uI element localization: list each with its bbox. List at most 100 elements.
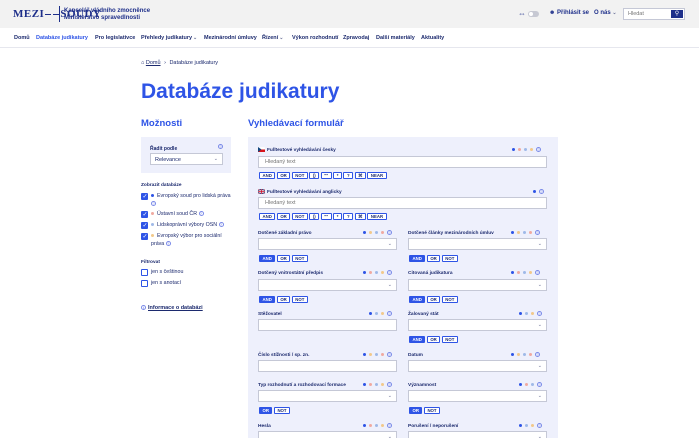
database-info-link[interactable]: i Informace o databázi — [141, 305, 203, 311]
cited-case-law-select[interactable]: ⌄ — [408, 279, 547, 291]
question-circle-icon[interactable]: ? — [537, 311, 542, 316]
op-quotes[interactable]: "" — [320, 213, 332, 220]
search-button[interactable]: ⚲ — [671, 10, 683, 18]
nav-item-enforcement[interactable]: Výkon rozhodnutí — [292, 35, 338, 41]
question-circle-icon[interactable]: ? — [535, 270, 540, 275]
db-checkbox-social-rights[interactable] — [141, 233, 148, 240]
violation-select[interactable]: ⌄ — [408, 431, 547, 438]
question-circle-icon[interactable]: ? — [536, 147, 541, 152]
application-number-input[interactable] — [259, 361, 396, 371]
op-wildcard[interactable]: * — [333, 213, 342, 220]
date-select[interactable]: ⌄ — [408, 360, 547, 372]
op-quotes[interactable]: "" — [320, 172, 332, 179]
op-near[interactable]: NEAR — [367, 172, 387, 179]
db-checkbox-echr[interactable] — [141, 193, 148, 200]
question-circle-icon[interactable]: ? — [387, 311, 392, 316]
keywords-select[interactable]: ⌄ — [258, 431, 397, 438]
db-checkbox-un-committees[interactable] — [141, 222, 148, 229]
question-circle-icon[interactable]: ? — [387, 352, 392, 357]
question-circle-icon[interactable]: ? — [218, 222, 224, 228]
op-not[interactable]: NOT — [273, 407, 291, 414]
main-nav: Domů Databáze judikatury Pro legislativc… — [0, 28, 699, 48]
breadcrumb-home[interactable]: Domů — [146, 60, 161, 66]
op-or[interactable]: OR — [426, 296, 441, 303]
op-or[interactable]: OR — [426, 255, 441, 262]
question-circle-icon[interactable]: ? — [218, 144, 223, 149]
nav-item-news[interactable]: Aktuality — [421, 35, 444, 41]
question-circle-icon[interactable]: ? — [198, 211, 204, 217]
op-near[interactable]: NEAR — [367, 213, 387, 220]
fulltext-cz-input[interactable] — [259, 157, 546, 167]
about-menu[interactable]: O nás ⌄ — [594, 10, 617, 16]
op-and[interactable]: AND — [259, 213, 276, 220]
op-or[interactable]: OR — [276, 172, 291, 179]
contrast-toggle[interactable] — [528, 11, 539, 17]
question-circle-icon[interactable]: ? — [387, 423, 392, 428]
fundamental-right-select[interactable]: ⌄ — [258, 238, 397, 250]
question-circle-icon[interactable]: ? — [537, 382, 542, 387]
op-and[interactable]: AND — [259, 296, 276, 303]
op-not[interactable]: NOT — [291, 213, 308, 220]
nav-item-conventions[interactable]: Mezinárodní úmluvy — [204, 35, 257, 41]
op-or[interactable]: OR — [426, 336, 441, 343]
op-not[interactable]: NOT — [423, 407, 441, 414]
op-or[interactable]: OR — [276, 296, 291, 303]
question-circle-icon[interactable]: ? — [387, 230, 392, 235]
respondent-state-select[interactable]: ⌄ — [408, 319, 547, 331]
nav-item-case-law-overviews[interactable]: Přehledy judikatury⌄ — [141, 35, 197, 41]
nav-item-legislators[interactable]: Pro legislativce — [95, 35, 135, 41]
op-and[interactable]: AND — [259, 172, 276, 179]
op-parentheses[interactable]: () — [309, 213, 320, 220]
database-dots: ? — [508, 230, 540, 236]
op-question[interactable]: ? — [343, 172, 354, 179]
filter-checkbox-czech[interactable] — [141, 269, 148, 276]
question-circle-icon[interactable]: ? — [151, 201, 156, 207]
user-icon: ☻ — [549, 10, 556, 16]
op-proximity[interactable]: ⌘ — [354, 172, 366, 179]
sort-select[interactable]: Relevance ⌄ — [150, 153, 223, 165]
op-question[interactable]: ? — [343, 213, 354, 220]
question-circle-icon[interactable]: ? — [387, 382, 392, 387]
importance-select[interactable]: ⌄ — [408, 390, 547, 402]
op-and[interactable]: AND — [409, 296, 426, 303]
op-and[interactable]: AND — [409, 336, 426, 343]
decision-type-select[interactable]: ⌄ — [258, 390, 397, 402]
op-or[interactable]: OR — [276, 255, 291, 262]
search-icon: ⚲ — [674, 11, 680, 17]
op-or[interactable]: OR — [276, 213, 291, 220]
question-circle-icon[interactable]: ? — [165, 241, 171, 247]
op-or[interactable]: OR — [259, 407, 273, 414]
op-not[interactable]: NOT — [441, 255, 458, 262]
op-wildcard[interactable]: * — [333, 172, 342, 179]
filter-checkbox-annotation[interactable] — [141, 280, 148, 287]
national-law-select[interactable]: ⌄ — [258, 279, 397, 291]
fulltext-en-input[interactable] — [259, 198, 546, 208]
op-or[interactable]: OR — [409, 407, 423, 414]
op-proximity[interactable]: ⌘ — [354, 213, 366, 220]
op-not[interactable]: NOT — [291, 255, 308, 262]
question-circle-icon[interactable]: ? — [535, 352, 540, 357]
question-circle-icon[interactable]: ? — [387, 270, 392, 275]
convention-articles-select[interactable]: ⌄ — [408, 238, 547, 250]
op-not[interactable]: NOT — [441, 296, 458, 303]
question-circle-icon[interactable]: ? — [537, 423, 542, 428]
db-checkbox-constitutional[interactable] — [141, 211, 148, 218]
op-and[interactable]: AND — [259, 255, 276, 262]
op-parentheses[interactable]: () — [309, 172, 320, 179]
nav-item-proceedings[interactable]: Řízení⌄ — [262, 35, 283, 41]
nav-item-newsletter[interactable]: Zpravodaj — [343, 35, 369, 41]
question-circle-icon[interactable]: ? — [535, 230, 540, 235]
top-bar: MEZI SOUDY Kancelář vládního zmocněnce Mi… — [0, 0, 699, 28]
contrast-arrows-icon[interactable]: ⇔ — [518, 9, 526, 18]
op-not[interactable]: NOT — [441, 336, 458, 343]
nav-item-home[interactable]: Domů — [14, 35, 30, 41]
search-input[interactable] — [624, 9, 670, 19]
nav-item-materials[interactable]: Další materiály — [376, 35, 415, 41]
op-and[interactable]: AND — [409, 255, 426, 262]
op-not[interactable]: NOT — [291, 172, 308, 179]
question-circle-icon[interactable]: ? — [539, 189, 544, 194]
nav-item-case-law-db[interactable]: Databáze judikatury — [36, 35, 88, 41]
applicant-input[interactable] — [259, 320, 396, 330]
op-not[interactable]: NOT — [291, 296, 308, 303]
login-button[interactable]: ☻ Přihlásit se — [549, 10, 589, 16]
